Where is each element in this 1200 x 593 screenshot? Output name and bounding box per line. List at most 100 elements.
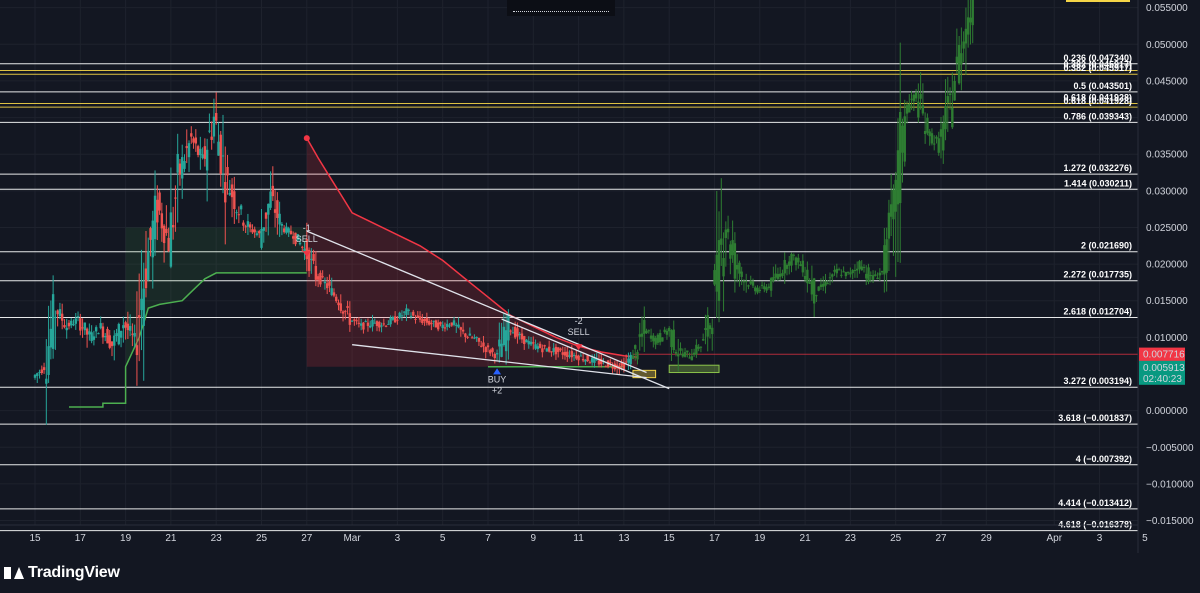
candle-body bbox=[106, 328, 109, 344]
candle-body bbox=[960, 53, 963, 65]
tradingview-logo[interactable]: TradingView bbox=[4, 564, 120, 582]
candle-body bbox=[414, 318, 417, 320]
candle-body bbox=[205, 149, 209, 171]
candle-body bbox=[849, 272, 852, 275]
candle-body bbox=[729, 244, 732, 259]
price-tick-label: −0.010000 bbox=[1146, 479, 1194, 490]
candle-body bbox=[104, 336, 107, 338]
candle-body bbox=[629, 354, 632, 365]
candle-body bbox=[604, 366, 607, 368]
candle-body bbox=[196, 146, 200, 156]
candle-body bbox=[42, 367, 46, 371]
time-tick-label: 23 bbox=[211, 533, 223, 544]
candle-body bbox=[733, 243, 737, 279]
symbol-title-box[interactable] bbox=[507, 0, 615, 16]
candle-body bbox=[128, 326, 132, 331]
candle-body bbox=[452, 320, 456, 325]
candle-body bbox=[434, 320, 438, 328]
candle-body bbox=[790, 253, 793, 266]
candle-body bbox=[745, 281, 748, 283]
candle-body bbox=[937, 138, 940, 153]
candle-body bbox=[518, 333, 521, 335]
candle-body bbox=[846, 271, 850, 273]
candle-body bbox=[520, 333, 524, 340]
candle-body bbox=[350, 320, 354, 322]
candle-body bbox=[33, 374, 37, 378]
candle-body bbox=[652, 335, 655, 342]
candle-body bbox=[826, 283, 829, 285]
candle-body bbox=[110, 341, 114, 347]
candle-body bbox=[455, 324, 458, 326]
candle-body bbox=[391, 317, 395, 320]
candle-body bbox=[122, 325, 125, 329]
candle-body bbox=[534, 344, 537, 349]
candle-body bbox=[312, 254, 315, 261]
candle-body bbox=[171, 225, 175, 228]
candle-body bbox=[158, 192, 161, 211]
candle-body bbox=[695, 344, 698, 355]
candle-body bbox=[375, 321, 379, 326]
candle-body bbox=[278, 213, 281, 225]
candle-body bbox=[840, 274, 843, 276]
candle-body bbox=[656, 334, 660, 343]
candle-body bbox=[686, 350, 689, 353]
candle-body bbox=[758, 289, 761, 291]
candle-body bbox=[541, 348, 544, 353]
candle-body bbox=[237, 214, 241, 216]
candle-body bbox=[70, 320, 73, 326]
candle-body bbox=[853, 270, 857, 272]
candle-body bbox=[239, 205, 243, 210]
candle-body bbox=[51, 294, 55, 349]
candle-body bbox=[162, 225, 166, 244]
candle-body bbox=[962, 41, 965, 49]
candle-body bbox=[500, 343, 503, 357]
candle-body bbox=[108, 335, 111, 348]
candle-body bbox=[366, 322, 370, 326]
candle-body bbox=[446, 323, 449, 327]
title-underline bbox=[513, 11, 609, 12]
candle-body bbox=[896, 150, 900, 205]
candle-body bbox=[704, 328, 707, 331]
time-tick-label: 21 bbox=[800, 533, 812, 544]
candle-body bbox=[142, 288, 145, 326]
candle-body bbox=[314, 265, 318, 280]
candle-body bbox=[176, 153, 179, 173]
candle-body bbox=[369, 325, 372, 328]
candle-body bbox=[910, 98, 913, 100]
candle-body bbox=[382, 323, 386, 325]
candle-body bbox=[701, 339, 705, 341]
candle-body bbox=[402, 311, 406, 313]
candle-body bbox=[67, 322, 71, 327]
time-tick-label: 19 bbox=[120, 533, 132, 544]
candle-body bbox=[477, 337, 481, 342]
candle-body bbox=[92, 336, 96, 340]
candle-body bbox=[871, 275, 875, 280]
price-tag-label: 0.007716 bbox=[1143, 350, 1185, 361]
candle-body bbox=[654, 337, 657, 345]
candle-body bbox=[217, 141, 220, 156]
fib-label: 3.272 (0.003194) bbox=[1063, 376, 1132, 386]
candle-body bbox=[636, 351, 639, 360]
candle-body bbox=[819, 284, 823, 288]
candle-body bbox=[203, 146, 207, 159]
candle-body bbox=[964, 28, 968, 44]
candle-body bbox=[393, 316, 397, 323]
candle-body bbox=[957, 45, 961, 84]
candle-body bbox=[663, 329, 666, 333]
candle-body bbox=[948, 93, 952, 96]
candle-body bbox=[482, 342, 485, 347]
price-chart[interactable]: 0.236 (0.047340)0.382 (0.045917)0.382 (0… bbox=[0, 0, 1200, 553]
time-tick-label: Apr bbox=[1046, 533, 1062, 544]
candle-body bbox=[767, 286, 771, 288]
candle-body bbox=[928, 131, 931, 137]
candle-body bbox=[649, 335, 653, 339]
candle-body bbox=[935, 136, 938, 139]
candle-body bbox=[49, 328, 53, 348]
candle-body bbox=[547, 346, 551, 352]
candle-body bbox=[371, 319, 374, 327]
candle-body bbox=[271, 185, 275, 197]
candle-body bbox=[489, 350, 492, 354]
candle-body bbox=[221, 155, 225, 157]
time-tick-label: 25 bbox=[256, 533, 268, 544]
time-tick-label: 5 bbox=[1142, 533, 1148, 544]
